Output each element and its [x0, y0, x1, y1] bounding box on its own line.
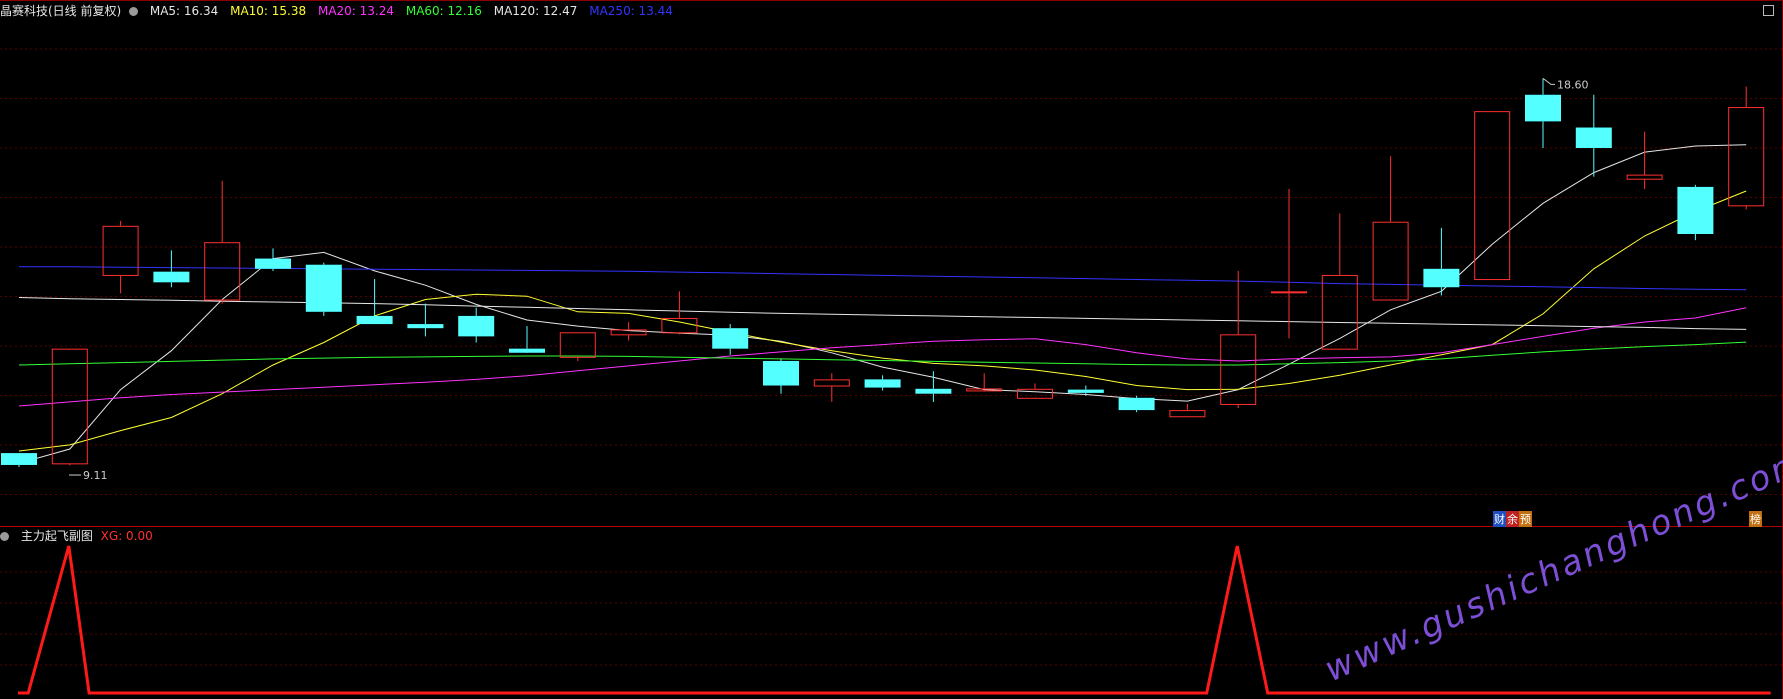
- stock-title: 晶赛科技(日线 前复权): [0, 4, 122, 18]
- low-price-label: 9.11: [83, 469, 108, 482]
- candle-body: [1067, 389, 1104, 393]
- candle-body: [305, 264, 342, 312]
- ma250-label: MA250: 13.44: [589, 4, 673, 18]
- candle-body: [1677, 186, 1714, 234]
- candle-body: [1220, 334, 1257, 405]
- sub-chart-header: 主力起飞副图 XG: 0.00: [0, 527, 161, 545]
- candle-body: [1525, 94, 1561, 122]
- candle-body: [102, 225, 139, 276]
- candle-body: [712, 328, 749, 349]
- ma10-label: MA10: 15.38: [230, 4, 307, 18]
- candle-body: [1169, 410, 1206, 418]
- candle-body: [1423, 268, 1460, 288]
- ma-line-ma20: [18, 307, 1747, 407]
- candle-body: [559, 332, 596, 358]
- candle-body: [1575, 127, 1612, 148]
- high-price-label: 18.60: [1557, 78, 1589, 91]
- candle-body: [915, 388, 952, 394]
- candle-body: [1118, 397, 1155, 411]
- chart-stage: 18.60 9.11 晶赛科技(日线 前复权) MA5: 16.34 MA10: …: [0, 0, 1783, 699]
- ma20-label: MA20: 13.24: [317, 4, 395, 18]
- ma120-label: MA120: 12.47: [493, 4, 578, 18]
- badge-bang[interactable]: 榜: [1749, 511, 1762, 527]
- ma-line-ma250: [19, 266, 1747, 291]
- ma-line-ma10: [18, 190, 1747, 452]
- candle-body: [813, 379, 850, 387]
- main-chart-header: 晶赛科技(日线 前复权) MA5: 16.34 MA10: 15.38 MA20…: [0, 2, 681, 20]
- ma5-label: MA5: 16.34: [149, 4, 219, 18]
- candle-body: [458, 315, 495, 337]
- window-restore-icon[interactable]: [1763, 5, 1774, 16]
- candle-body: [661, 317, 698, 334]
- ma60-label: MA60: 12.16: [405, 4, 482, 18]
- annotation-arrow: [1542, 77, 1555, 85]
- candle-body: [407, 324, 444, 329]
- candle-body: [1, 453, 37, 465]
- ma-line-ma5: [18, 144, 1747, 464]
- candle-body: [153, 271, 190, 283]
- sub-settings-icon[interactable]: [0, 532, 9, 541]
- badge-yu[interactable]: 预: [1519, 511, 1532, 527]
- candle-body: [1474, 111, 1511, 281]
- candle-body: [356, 315, 393, 325]
- candle-body: [255, 258, 291, 269]
- indicator-name: 主力起飞副图: [20, 529, 93, 543]
- candle-body: [1626, 174, 1663, 180]
- badge-jin[interactable]: 余: [1506, 511, 1519, 527]
- settings-icon[interactable]: [129, 7, 139, 16]
- candle-body: [1372, 221, 1409, 301]
- candle-body: [509, 348, 545, 353]
- candle-body: [763, 360, 799, 386]
- ma-line-ma120: [18, 297, 1747, 330]
- badge-cai[interactable]: 财: [1493, 511, 1506, 527]
- candle-body: [1271, 291, 1307, 294]
- candle-body: [1017, 388, 1053, 399]
- candle-body: [204, 242, 241, 301]
- candle-body: [864, 379, 901, 388]
- xg-value-label: XG: 0.00: [100, 529, 153, 543]
